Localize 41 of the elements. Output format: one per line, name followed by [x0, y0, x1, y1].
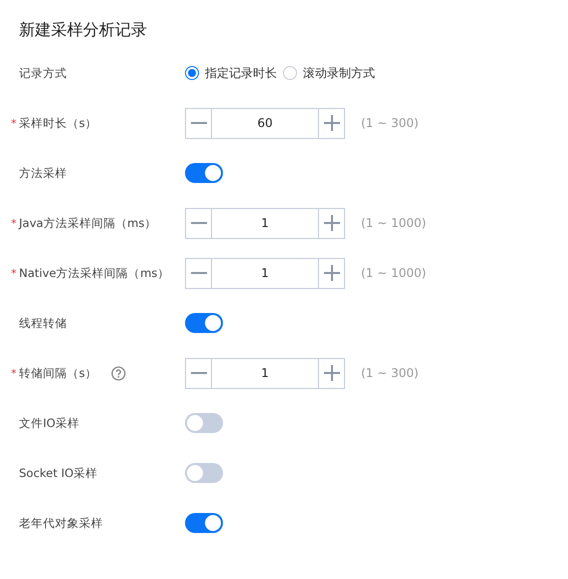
number-stepper[interactable]: 60	[185, 108, 345, 138]
help-icon[interactable]	[111, 366, 126, 380]
form-title: 新建采样分析记录	[18, 19, 148, 41]
range-hint: (1 ~ 1000)	[361, 216, 426, 230]
field-label: 转储间隔（s）	[19, 366, 97, 380]
field-label: 记录方式	[19, 66, 67, 80]
plus-icon	[324, 115, 340, 131]
required-mark: *	[11, 266, 18, 280]
required-mark: *	[11, 366, 18, 380]
field-label: 文件IO采样	[19, 416, 80, 430]
required-mark: *	[11, 216, 18, 230]
field-label: Native方法采样间隔（ms）	[19, 266, 170, 280]
range-hint: (1 ~ 1000)	[361, 266, 426, 280]
toggle-switch[interactable]	[185, 463, 223, 483]
required-mark: *	[11, 116, 18, 130]
field-label: Socket IO采样	[19, 466, 98, 480]
plus-icon	[324, 265, 340, 281]
field-label: 线程转储	[19, 316, 67, 330]
radio-option[interactable]: 滚动录制方式	[283, 64, 375, 82]
range-hint: (1 ~ 300)	[361, 366, 419, 380]
minus-icon	[190, 372, 206, 374]
field-label: 采样时长（s）	[19, 116, 97, 130]
toggle-switch[interactable]	[185, 513, 223, 533]
toggle-switch[interactable]	[185, 163, 223, 183]
minus-icon	[190, 222, 206, 224]
field-label: Java方法采样间隔（ms）	[19, 216, 156, 230]
toggle-switch[interactable]	[185, 413, 223, 433]
number-stepper[interactable]: 1	[185, 258, 345, 288]
minus-icon	[190, 272, 206, 274]
radio-icon	[283, 66, 297, 80]
plus-icon	[324, 365, 340, 381]
radio-icon	[185, 66, 199, 80]
plus-icon	[324, 215, 340, 231]
toggle-switch[interactable]	[185, 313, 223, 333]
radio-option[interactable]: 指定记录时长	[185, 64, 277, 82]
number-stepper[interactable]: 1	[185, 358, 345, 388]
range-hint: (1 ~ 300)	[361, 116, 419, 130]
number-stepper[interactable]: 1	[185, 208, 345, 238]
field-label: 方法采样	[19, 166, 67, 180]
field-label: 老年代对象采样	[19, 516, 103, 530]
minus-icon	[190, 122, 206, 124]
